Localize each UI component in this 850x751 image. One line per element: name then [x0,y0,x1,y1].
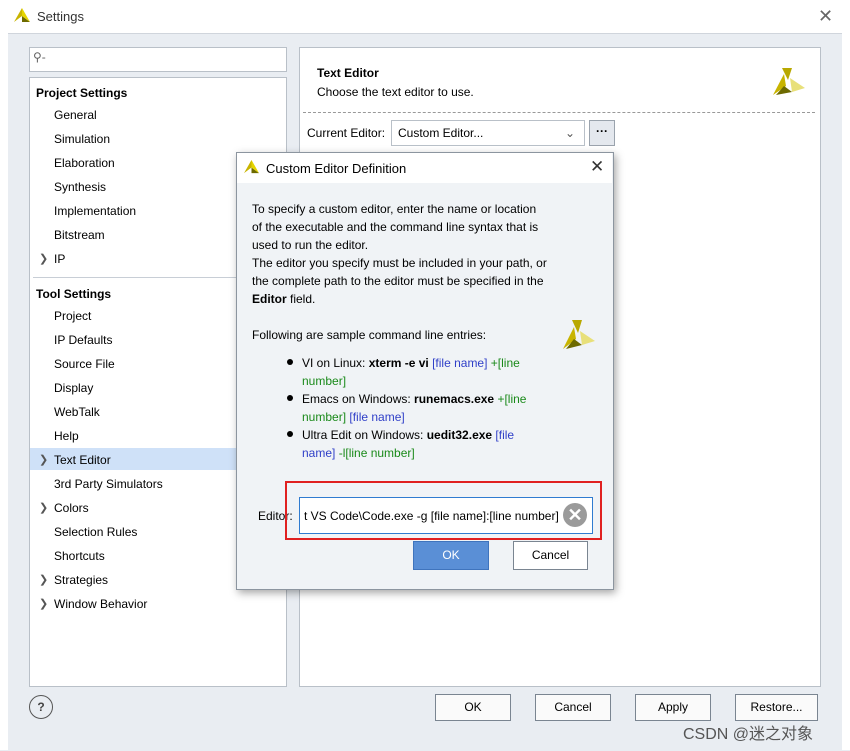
tool-settings-header: Tool Settings [36,287,112,301]
chevron-down-icon[interactable]: ⌄ [565,126,575,140]
tree-item-simulation[interactable]: Simulation [54,132,110,146]
vivado-logo-icon [14,8,30,22]
ok-button[interactable]: OK [435,694,511,721]
dialog-title: Custom Editor Definition [266,161,407,176]
sample-line-token: number] [302,410,347,424]
window-title: Settings [37,9,84,24]
vivado-logo-icon [244,159,259,174]
sample-text: Ultra Edit on Windows: [302,428,427,442]
description-line: Editor field. [252,290,315,308]
panel-divider [303,112,815,113]
sample-vi-line2: number] [302,372,346,390]
title-bar [0,0,850,32]
sample-file-token: name] [302,446,336,460]
tree-item-strategies[interactable]: Strategies [54,573,108,587]
cancel-button[interactable]: Cancel [535,694,611,721]
tree-item-bitstream[interactable]: Bitstream [54,228,105,242]
description-line: To specify a custom editor, enter the na… [252,202,537,216]
tree-divider [33,277,237,278]
sample-text: Emacs on Windows: [302,392,415,406]
dialog-ok-button[interactable]: OK [413,541,489,570]
description-tail: field. [286,292,316,306]
tree-item-implementation[interactable]: Implementation [54,204,136,218]
sample-file-token: [file name] [428,356,488,370]
watermark: CSDN @迷之对象 [683,726,814,743]
panel-subtitle: Choose the text editor to use. [317,85,474,99]
tree-item-display[interactable]: Display [54,381,93,395]
bullet-icon [287,359,293,365]
tree-item-source-file[interactable]: Source File [54,357,115,371]
browse-editor-button[interactable]: ··· [589,120,615,146]
sample-command: uedit32.exe [426,428,493,442]
close-icon[interactable]: ✕ [590,157,604,177]
sample-ultraedit-line1: Ultra Edit on Windows: uedit32.exe [file [302,426,514,444]
vivado-logo-icon [563,320,595,349]
project-settings-header: Project Settings [36,86,128,100]
sample-vi-line1: VI on Linux: xterm -e vi [file name] +[l… [302,354,520,372]
chevron-right-icon[interactable]: ❯ [39,453,48,466]
tree-item-ip-defaults[interactable]: IP Defaults [54,333,112,347]
highlight-annotation-box [285,481,602,540]
panel-title: Text Editor [317,66,379,80]
sample-line-token: number] [302,374,347,388]
bullet-icon [287,395,293,401]
tree-item-text-editor[interactable]: Text Editor [54,453,111,467]
sample-command: xterm -e vi [368,356,429,370]
tree-item-3rd-party-simulators[interactable]: 3rd Party Simulators [54,477,163,491]
sample-line-token: +[line [487,356,520,370]
sample-emacs-line1: Emacs on Windows: runemacs.exe +[line [302,390,526,408]
chevron-right-icon[interactable]: ❯ [39,501,48,514]
tree-item-help[interactable]: Help [54,429,79,443]
tree-item-general[interactable]: General [54,108,97,122]
editor-keyword: Editor [252,292,287,306]
chevron-right-icon[interactable]: ❯ [39,252,48,265]
chevron-right-icon[interactable]: ❯ [39,597,48,610]
current-editor-value: Custom Editor... [398,126,484,140]
apply-button[interactable]: Apply [635,694,711,721]
tree-item-selection-rules[interactable]: Selection Rules [54,525,137,539]
description-line: of the executable and the command line s… [252,220,539,234]
search-icon: ⚲- [33,50,46,64]
tree-item-synthesis[interactable]: Synthesis [54,180,106,194]
dialog-cancel-button[interactable]: Cancel [513,541,588,570]
sample-file-token: [file name] [346,410,405,424]
current-editor-label: Current Editor: [307,126,386,140]
sample-line-token: -l[line number] [335,446,415,460]
vivado-logo-icon [773,68,805,95]
tree-item-shortcuts[interactable]: Shortcuts [54,549,105,563]
tree-item-webtalk[interactable]: WebTalk [54,405,100,419]
sample-file-token: [file [492,428,515,442]
chevron-right-icon[interactable]: ❯ [39,573,48,586]
bullet-icon [287,431,293,437]
help-icon[interactable]: ? [29,695,53,719]
tree-item-ip[interactable]: IP [54,252,65,266]
description-line: The editor you specify must be included … [252,256,547,270]
sample-line-token: +[line [494,392,527,406]
description-line: the complete path to the editor must be … [252,274,544,288]
tree-item-colors[interactable]: Colors [54,501,89,515]
tree-item-project[interactable]: Project [54,309,91,323]
search-input[interactable] [29,47,287,72]
tree-item-elaboration[interactable]: Elaboration [54,156,115,170]
description-line: used to run the editor. [252,238,369,252]
close-icon[interactable]: ✕ [818,6,833,27]
tree-item-window-behavior[interactable]: Window Behavior [54,597,147,611]
sample-command: runemacs.exe [414,392,495,406]
sample-ultraedit-line2: name] -l[line number] [302,444,415,462]
samples-intro: Following are sample command line entrie… [252,328,487,342]
sample-text: VI on Linux: [302,356,369,370]
restore-button[interactable]: Restore... [735,694,818,721]
sample-emacs-line2: number] [file name] [302,408,405,426]
